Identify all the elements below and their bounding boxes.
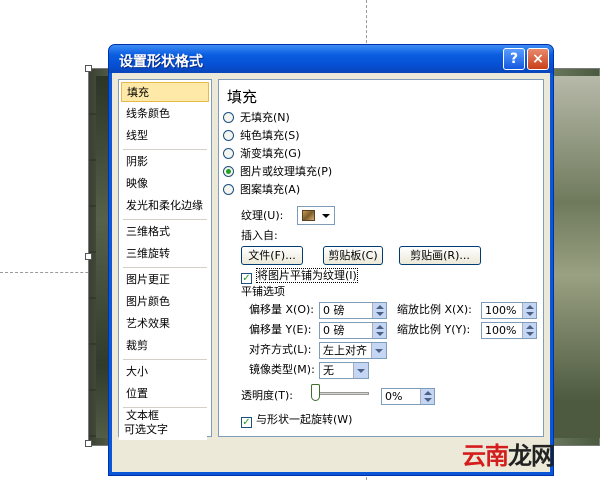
nav-item-fill[interactable]: 填充 xyxy=(121,82,209,102)
texture-swatch-icon xyxy=(302,210,315,221)
chevron-down-icon[interactable] xyxy=(371,343,386,358)
radio-gradient-fill[interactable]: 渐变填充(G) xyxy=(223,146,301,162)
scale-x-value: 100% xyxy=(485,304,517,317)
scale-x-spinner[interactable]: 100% xyxy=(481,302,537,319)
nav-item-shadow[interactable]: 阴影 xyxy=(121,152,209,172)
radio-label: 纯色填充(S) xyxy=(240,129,300,142)
nav-item-line-color[interactable]: 线条颜色 xyxy=(121,104,209,124)
tile-options-label: 平铺选项 xyxy=(241,285,285,298)
nav-item-line-style[interactable]: 线型 xyxy=(121,126,209,146)
rotate-with-shape-row[interactable]: ✓ 与形状一起旋转(W) xyxy=(241,412,352,428)
resize-handle[interactable] xyxy=(85,253,92,260)
texture-picker-button[interactable] xyxy=(297,206,335,225)
nav-item-crop[interactable]: 裁剪 xyxy=(121,336,209,356)
spinner-arrows-icon[interactable] xyxy=(372,303,386,318)
clipart-button[interactable]: 剪贴画(R)... xyxy=(399,246,481,265)
nav-item-glow-soft-edges[interactable]: 发光和柔化边缘 xyxy=(121,196,209,216)
offset-x-spinner[interactable]: 0 磅 xyxy=(319,302,387,319)
nav-separator xyxy=(123,219,207,220)
checkbox-checked-icon[interactable]: ✓ xyxy=(241,417,252,428)
resize-handle[interactable] xyxy=(85,65,92,72)
offset-x-value: 0 磅 xyxy=(323,304,345,317)
alignment-value: 左上对齐 xyxy=(323,344,367,357)
nav-item-3d-rotation[interactable]: 三维旋转 xyxy=(121,244,209,264)
radio-button-selected-icon[interactable] xyxy=(223,166,234,177)
file-button[interactable]: 文件(F)... xyxy=(241,246,303,265)
dropdown-arrow-icon xyxy=(322,214,330,218)
nav-separator xyxy=(123,359,207,360)
transparency-label: 透明度(T): xyxy=(241,389,294,402)
mirror-label: 镜像类型(M): xyxy=(249,363,315,376)
dialog-titlebar[interactable]: 设置形状格式 ? × xyxy=(109,45,553,73)
scale-y-value: 100% xyxy=(485,324,517,337)
category-list: 填充 线条颜色 线型 阴影 映像 发光和柔化边缘 三维格式 三维旋转 图片更正 … xyxy=(118,79,212,437)
nav-item-reflection[interactable]: 映像 xyxy=(121,174,209,194)
dialog-client-area: 填充 线条颜色 线型 阴影 映像 发光和柔化边缘 三维格式 三维旋转 图片更正 … xyxy=(112,73,550,472)
insert-from-label: 插入自: xyxy=(241,229,278,242)
nav-item-picture-corrections[interactable]: 图片更正 xyxy=(121,270,209,290)
panel-title: 填充 xyxy=(227,88,258,106)
scale-x-label: 缩放比例 X(X): xyxy=(397,303,472,316)
transparency-spinner[interactable]: 0% xyxy=(381,388,435,405)
spinner-arrows-icon[interactable] xyxy=(522,323,536,338)
radio-label: 图案填充(A) xyxy=(240,183,301,196)
alignment-label: 对齐方式(L): xyxy=(249,343,312,356)
spinner-arrows-icon[interactable] xyxy=(372,323,386,338)
radio-button-icon[interactable] xyxy=(223,148,234,159)
nav-item-position[interactable]: 位置 xyxy=(121,384,209,404)
nav-item-picture-color[interactable]: 图片颜色 xyxy=(121,292,209,312)
rotate-with-shape-label: 与形状一起旋转(W) xyxy=(256,413,353,426)
slide-picture-right-strip xyxy=(548,76,600,438)
radio-label: 图片或纹理填充(P) xyxy=(240,165,333,178)
offset-y-label: 偏移量 Y(E): xyxy=(249,323,312,336)
transparency-slider-track[interactable] xyxy=(313,392,369,395)
radio-button-icon[interactable] xyxy=(223,130,234,141)
alignment-dropdown[interactable]: 左上对齐 xyxy=(319,342,387,359)
radio-picture-texture-fill[interactable]: 图片或纹理填充(P) xyxy=(223,164,332,180)
spinner-arrows-icon[interactable] xyxy=(420,389,434,404)
offset-y-value: 0 磅 xyxy=(323,324,345,337)
chevron-down-icon[interactable] xyxy=(353,363,368,378)
texture-label: 纹理(U): xyxy=(241,209,284,222)
fill-panel: 填充 无填充(N) 纯色填充(S) 渐变填充(G) 图片或纹理填充(P) 图案填… xyxy=(218,79,544,437)
radio-label: 无填充(N) xyxy=(240,111,290,124)
tile-checkbox-row[interactable]: ✓ 将图片平铺为纹理(I) xyxy=(241,268,358,284)
checkbox-checked-icon[interactable]: ✓ xyxy=(241,273,252,284)
radio-button-icon[interactable] xyxy=(223,112,234,123)
transparency-slider-thumb[interactable] xyxy=(311,384,320,401)
nav-item-3d-format[interactable]: 三维格式 xyxy=(121,222,209,242)
mirror-value: 无 xyxy=(323,364,334,377)
offset-x-label: 偏移量 X(O): xyxy=(249,303,314,316)
nav-item-size[interactable]: 大小 xyxy=(121,362,209,382)
scale-y-spinner[interactable]: 100% xyxy=(481,322,537,339)
nav-item-alt-text[interactable]: 可选文字 xyxy=(119,420,207,440)
scale-y-label: 缩放比例 Y(Y): xyxy=(397,323,471,336)
spinner-arrows-icon[interactable] xyxy=(522,303,536,318)
radio-no-fill[interactable]: 无填充(N) xyxy=(223,110,290,126)
resize-handle[interactable] xyxy=(85,440,92,447)
transparency-value: 0% xyxy=(385,390,403,403)
radio-solid-fill[interactable]: 纯色填充(S) xyxy=(223,128,300,144)
dialog-title: 设置形状格式 xyxy=(119,54,203,70)
offset-y-spinner[interactable]: 0 磅 xyxy=(319,322,387,339)
watermark-logo: 云南龙网 xyxy=(462,442,555,470)
nav-item-artistic-effects[interactable]: 艺术效果 xyxy=(121,314,209,334)
format-shape-dialog: 设置形状格式 ? × 填充 线条颜色 线型 阴影 映像 发光和柔化边缘 三维格式… xyxy=(108,44,554,476)
radio-label: 渐变填充(G) xyxy=(240,147,302,160)
clipboard-button[interactable]: 剪贴板(C) xyxy=(323,246,383,265)
nav-separator xyxy=(123,149,207,150)
mirror-dropdown[interactable]: 无 xyxy=(319,362,369,379)
tile-checkbox-label: 将图片平铺为纹理(I) xyxy=(256,268,358,283)
nav-separator xyxy=(123,267,207,268)
help-button[interactable]: ? xyxy=(503,48,525,70)
radio-pattern-fill[interactable]: 图案填充(A) xyxy=(223,182,300,198)
radio-button-icon[interactable] xyxy=(223,184,234,195)
close-button[interactable]: × xyxy=(527,48,549,70)
